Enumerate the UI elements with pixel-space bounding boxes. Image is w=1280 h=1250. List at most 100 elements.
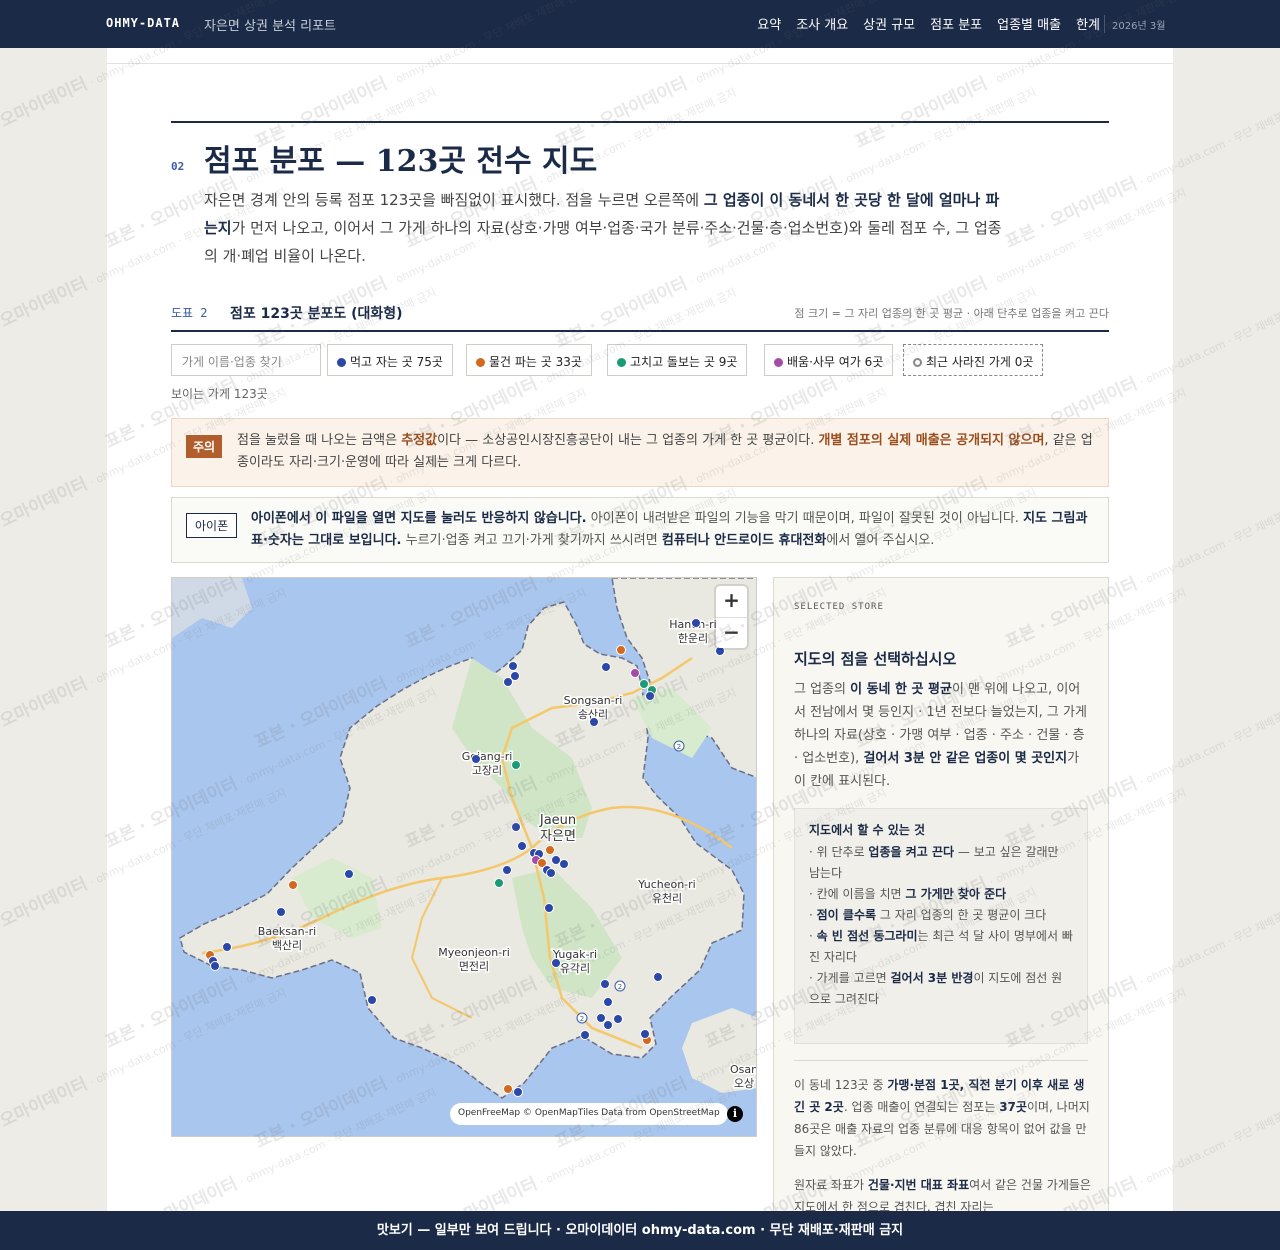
store-marker-eat[interactable] — [502, 865, 512, 875]
how-to-item: · 속 빈 점선 동그라미는 최근 석 달 사이 명부에서 빠진 자리다 — [809, 929, 1073, 964]
zoom-in-button[interactable]: + — [716, 586, 747, 617]
road-badge-label: 2 — [580, 1015, 584, 1023]
store-marker-eat[interactable] — [344, 869, 354, 879]
nav-item-sales[interactable]: 업종별 매출 — [997, 14, 1061, 33]
store-marker-eat[interactable] — [513, 1087, 523, 1097]
place-label-en: Myeonjeon-ri — [438, 946, 510, 959]
warning-text: 점을 눌렀을 때 나오는 금액은 추정값이다 — 소상공인시장진흥공단이 내는 … — [237, 433, 1093, 470]
visible-store-count: 보이는 가게 123곳 — [171, 387, 268, 401]
store-marker-shop[interactable] — [503, 1084, 513, 1094]
zoom-control: + − — [716, 586, 747, 648]
place-label-ko: 유각리 — [560, 962, 590, 975]
panel-title: 지도의 점을 선택하십시오 — [794, 650, 957, 668]
brand-logo[interactable]: OHMY-DATA — [106, 16, 180, 30]
nav-item-scale[interactable]: 상권 규모 — [863, 14, 915, 33]
store-marker-eat[interactable] — [222, 942, 232, 952]
store-marker-eat[interactable] — [580, 1030, 590, 1040]
store-marker-eat[interactable] — [653, 972, 663, 982]
store-marker-eat[interactable] — [600, 979, 610, 989]
store-marker-shop[interactable] — [616, 645, 626, 655]
store-marker-eat[interactable] — [645, 691, 655, 701]
place-label-ko: 유천리 — [652, 891, 682, 905]
filter-chip-care[interactable]: 고치고 돌보는 곳 9곳 — [607, 344, 748, 376]
eat-stay-dot-icon — [337, 358, 346, 367]
figure-title: 점포 123곳 분포도 (대화형) — [230, 306, 403, 322]
place-label-en: Jaeun — [539, 813, 576, 828]
filter-chip-eat-stay[interactable]: 먹고 자는 곳 75곳 — [327, 344, 453, 376]
care-dot-icon — [617, 358, 626, 367]
store-marker-eat[interactable] — [276, 907, 286, 917]
place-label-ko: 백산리 — [272, 939, 302, 952]
section-rule — [171, 121, 1109, 123]
how-to-box: 지도에서 할 수 있는 것 · 위 단추로 업종을 켜고 끈다 — 보고 싶은 … — [794, 808, 1088, 1044]
place-label-ko: 자은면 — [540, 829, 576, 844]
store-marker-eat[interactable] — [601, 662, 611, 672]
store-marker-eat[interactable] — [551, 958, 561, 968]
store-marker-eat[interactable] — [603, 997, 613, 1007]
filter-chip-office[interactable]: 배움·사무 여가 6곳 — [764, 344, 894, 376]
store-marker-eat[interactable] — [589, 717, 599, 727]
store-marker-eat[interactable] — [544, 903, 554, 913]
place-label-ko: 한운리 — [678, 632, 708, 645]
iphone-notice: 아이폰 아이폰에서 이 파일을 열면 지도를 눌러도 반응하지 않습니다. 아이… — [171, 497, 1109, 563]
how-to-title: 지도에서 할 수 있는 것 — [809, 823, 926, 837]
place-label-en: Osan — [730, 1063, 757, 1076]
how-to-item: · 칸에 이름을 치면 그 가게만 찾아 준다 — [809, 887, 1007, 901]
panel-description: 그 업종의 이 동네 한 곳 평균이 맨 위에 나오고, 이어서 전남에서 몇 … — [794, 682, 1087, 789]
map-canvas[interactable]: 2 2 2 Hanun-ri 한운리 Songsan-ri 송산리 Gojang… — [172, 578, 757, 1137]
store-marker-eat[interactable] — [508, 661, 518, 671]
nav-item-summary[interactable]: 요약 — [757, 14, 781, 33]
place-label-ko: 오상 — [734, 1077, 754, 1090]
selected-store-panel: SELECTED STORE 지도의 점을 선택하십시오 그 업종의 이 동네 … — [773, 577, 1109, 1250]
figure-label: 도표 2 — [171, 306, 208, 320]
store-marker-shop[interactable] — [545, 845, 555, 855]
place-label-ko: 고장리 — [472, 764, 502, 777]
section-intro: 자은면 경계 안의 등록 점포 123곳을 빠짐없이 표시했다. 점을 누르면 … — [204, 191, 1002, 265]
store-marker-care[interactable] — [494, 878, 504, 888]
panel-kicker: SELECTED STORE — [794, 602, 884, 612]
store-marker-eat[interactable] — [503, 677, 513, 687]
zoom-out-button[interactable]: − — [716, 617, 747, 648]
store-marker-care[interactable] — [511, 760, 521, 770]
map-attribution[interactable]: OpenFreeMap © OpenMapTiles Data from Ope… — [450, 1103, 728, 1125]
store-marker-eat[interactable] — [517, 841, 527, 851]
how-to-item: · 가게를 고르면 걸어서 3분 반경이 지도에 점선 원으로 그려진다 — [809, 971, 1063, 1006]
place-label-en: Yucheon-ri — [637, 878, 695, 891]
road-badge-label: 2 — [618, 983, 622, 991]
store-marker-eat[interactable] — [546, 868, 556, 878]
store-marker-eat[interactable] — [613, 1014, 623, 1024]
store-marker-eat[interactable] — [367, 995, 377, 1005]
nav-item-limits[interactable]: 한계 — [1076, 14, 1100, 33]
store-marker-eat[interactable] — [691, 618, 701, 628]
store-map[interactable]: 2 2 2 Hanun-ri 한운리 Songsan-ri 송산리 Gojang… — [171, 577, 757, 1137]
store-marker-eat[interactable] — [511, 822, 521, 832]
figure-note: 점 크기 = 그 자리 업종의 한 곳 평균 · 아래 단추로 업종을 켜고 끈… — [794, 307, 1109, 320]
report-subtitle: 자은면 상권 분석 리포트 — [204, 19, 336, 34]
filter-chip-closed[interactable]: 최근 사라진 가게 0곳 — [903, 344, 1044, 376]
how-to-item: · 위 단추로 업종을 켜고 끈다 — 보고 싶은 갈래만 남는다 — [809, 845, 1059, 880]
place-label-en: Gojang-ri — [462, 750, 513, 763]
store-marker-eat[interactable] — [640, 1029, 650, 1039]
place-label-en: Baeksan-ri — [258, 925, 316, 938]
store-marker-eat[interactable] — [471, 754, 481, 764]
store-marker-eat[interactable] — [551, 855, 561, 865]
store-marker-office[interactable] — [630, 668, 640, 678]
nav-item-overview[interactable]: 조사 개요 — [796, 14, 848, 33]
hollow-circle-icon — [913, 358, 922, 367]
nav-item-distribution[interactable]: 점포 분포 — [930, 14, 982, 33]
main-nav: 요약 조사 개요 상권 규모 점포 분포 업종별 매출 한계 — [757, 14, 1100, 33]
store-marker-care[interactable] — [639, 679, 649, 689]
store-marker-eat[interactable] — [596, 1013, 606, 1023]
store-marker-shop[interactable] — [288, 880, 298, 890]
store-search-input[interactable]: 가게 이름·업종 찾기 — [171, 344, 321, 376]
shops-dot-icon — [476, 358, 485, 367]
store-marker-eat[interactable] — [603, 1020, 613, 1030]
iphone-badge: 아이폰 — [186, 513, 238, 538]
report-date: 2026년 3월 — [1112, 21, 1166, 32]
filter-chip-shops[interactable]: 물건 파는 곳 33곳 — [466, 344, 592, 376]
panel-stats: 이 동네 123곳 중 가맹·분점 1곳, 직전 분기 이후 새로 생긴 곳 2… — [794, 1078, 1090, 1158]
iphone-notice-text: 아이폰에서 이 파일을 열면 지도를 눌러도 반응하지 않습니다. 아이폰이 내… — [251, 511, 1088, 548]
info-icon[interactable]: i — [727, 1106, 743, 1122]
estimate-warning: 주의 점을 눌렀을 때 나오는 금액은 추정값이다 — 소상공인시장진흥공단이 … — [171, 418, 1109, 487]
store-marker-eat[interactable] — [210, 961, 220, 971]
